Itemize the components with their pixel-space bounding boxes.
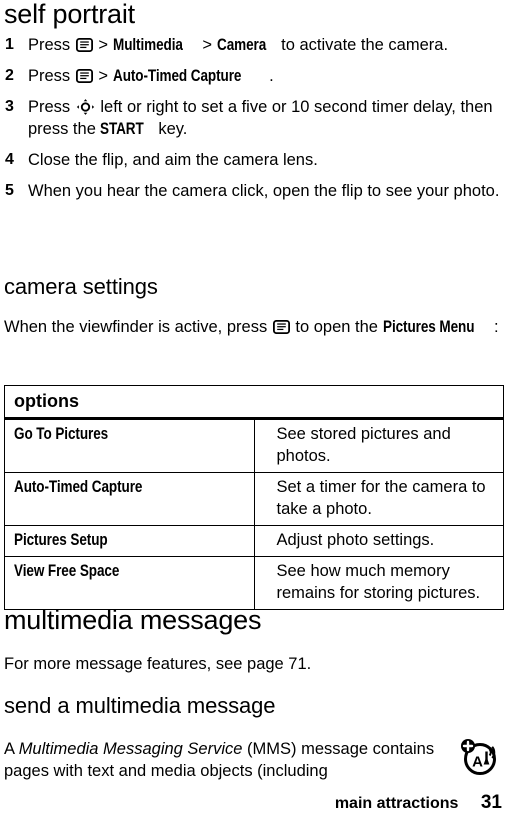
numbered-step: 1 Press > Multimedia > Camera to activate… [0,34,508,56]
send-multimedia-message-body: A Multimedia Messaging Service (MMS) mes… [4,738,456,782]
text-run: When you hear the camera click, open the… [28,182,500,200]
text-run: : [494,318,499,336]
heading-camera-settings: camera settings [4,274,158,299]
navigation-key-icon [76,99,95,115]
ui-term: Auto-Timed Capture [112,67,241,85]
table-header-options: options [4,385,504,420]
step-text: Press > Auto-Timed Capture. [28,67,274,85]
mms-attachment-icon: A [458,735,500,777]
table-row: Pictures Setup Adjust photo settings. [4,525,504,557]
step-text: Close the flip, and aim the camera lens. [28,151,318,169]
text-run: key. [153,120,188,138]
option-name: Go To Pictures [14,425,109,443]
option-description-cell: See how much memory remains for storing … [254,556,504,610]
table-row: Go To Pictures See stored pictures and ph… [4,418,504,473]
text-run: A [4,740,19,758]
numbered-step: 3 Press left or right to set a five or 10… [0,96,508,140]
option-description-cell: See stored pictures and photos. [254,418,504,473]
ui-term: Pictures Menu [382,318,474,336]
text-run: When the viewfinder is active, press [4,318,272,336]
table-row: View Free Space See how much memory remai… [4,556,504,610]
text-run: Press [28,98,75,116]
step-number: 5 [5,182,14,199]
ui-term: Camera [216,36,266,54]
pictures-menu-options-table: options Go To Pictures See stored picture… [4,385,504,610]
ui-term: START [100,120,145,138]
camera-settings-intro-text: When the viewfinder is active, press to … [4,316,504,338]
menu-key-icon [272,318,290,334]
text-run: Close the flip, and aim the camera lens. [28,151,318,169]
text-run: to activate the camera. [276,36,449,54]
option-name-cell: Pictures Setup [4,525,255,557]
heading-self-portrait: self portrait [4,0,135,29]
table-row: Auto-Timed Capture Set a timer for the ca… [4,472,504,526]
self-portrait-step-list: 1 Press > Multimedia > Camera to activate… [0,34,508,211]
heading-multimedia-messages: multimedia messages [4,605,262,635]
menu-key-icon [75,67,93,83]
text-run: > [197,36,217,54]
step-number: 3 [5,98,14,115]
text-run: Press [28,67,75,85]
step-number: 2 [5,67,14,84]
manual-page: self portrait 1 Press > Multimedia > Came… [0,0,508,819]
step-text: Press left or right to set a five or 10 … [28,98,493,138]
step-text: Press > Multimedia > Camera to activate … [28,36,448,54]
step-number: 1 [5,36,14,53]
text-run: to open the [290,318,383,336]
text-run: > [93,36,113,54]
text-run: > [93,67,113,85]
numbered-step: 2 Press > Auto-Timed Capture. [0,65,508,87]
option-description-cell: Adjust photo settings. [254,525,504,557]
ui-term: Multimedia [112,36,183,54]
table-header-row: options [4,385,504,420]
option-name-cell: Go To Pictures [4,418,255,473]
option-description-cell: Set a timer for the camera to take a pho… [254,472,504,526]
step-number: 4 [5,151,14,168]
emphasis-term: Multimedia Messaging Service [18,740,243,758]
svg-text:A: A [472,754,483,771]
option-name-cell: View Free Space [4,556,255,610]
option-name: View Free Space [14,562,120,580]
text-run: left or right to set a five or 10 second… [28,98,493,138]
text-run: Press [28,36,75,54]
page-footer: main attractions 31 [0,792,508,814]
option-name: Auto-Timed Capture [14,478,143,496]
multimedia-messages-intro: For more message features, see page 71. [4,655,312,673]
text-run: . [269,67,274,85]
footer-section-label: main attractions [334,795,459,812]
footer-page-number: 31 [480,792,502,813]
numbered-step: 5 When you hear the camera click, open th… [0,180,508,202]
option-name-cell: Auto-Timed Capture [4,472,255,526]
heading-send-multimedia-message: send a multimedia message [4,693,276,718]
menu-key-icon [75,36,93,52]
numbered-step: 4 Close the flip, and aim the camera lens… [0,149,508,171]
option-name: Pictures Setup [14,531,108,549]
step-text: When you hear the camera click, open the… [28,182,499,200]
